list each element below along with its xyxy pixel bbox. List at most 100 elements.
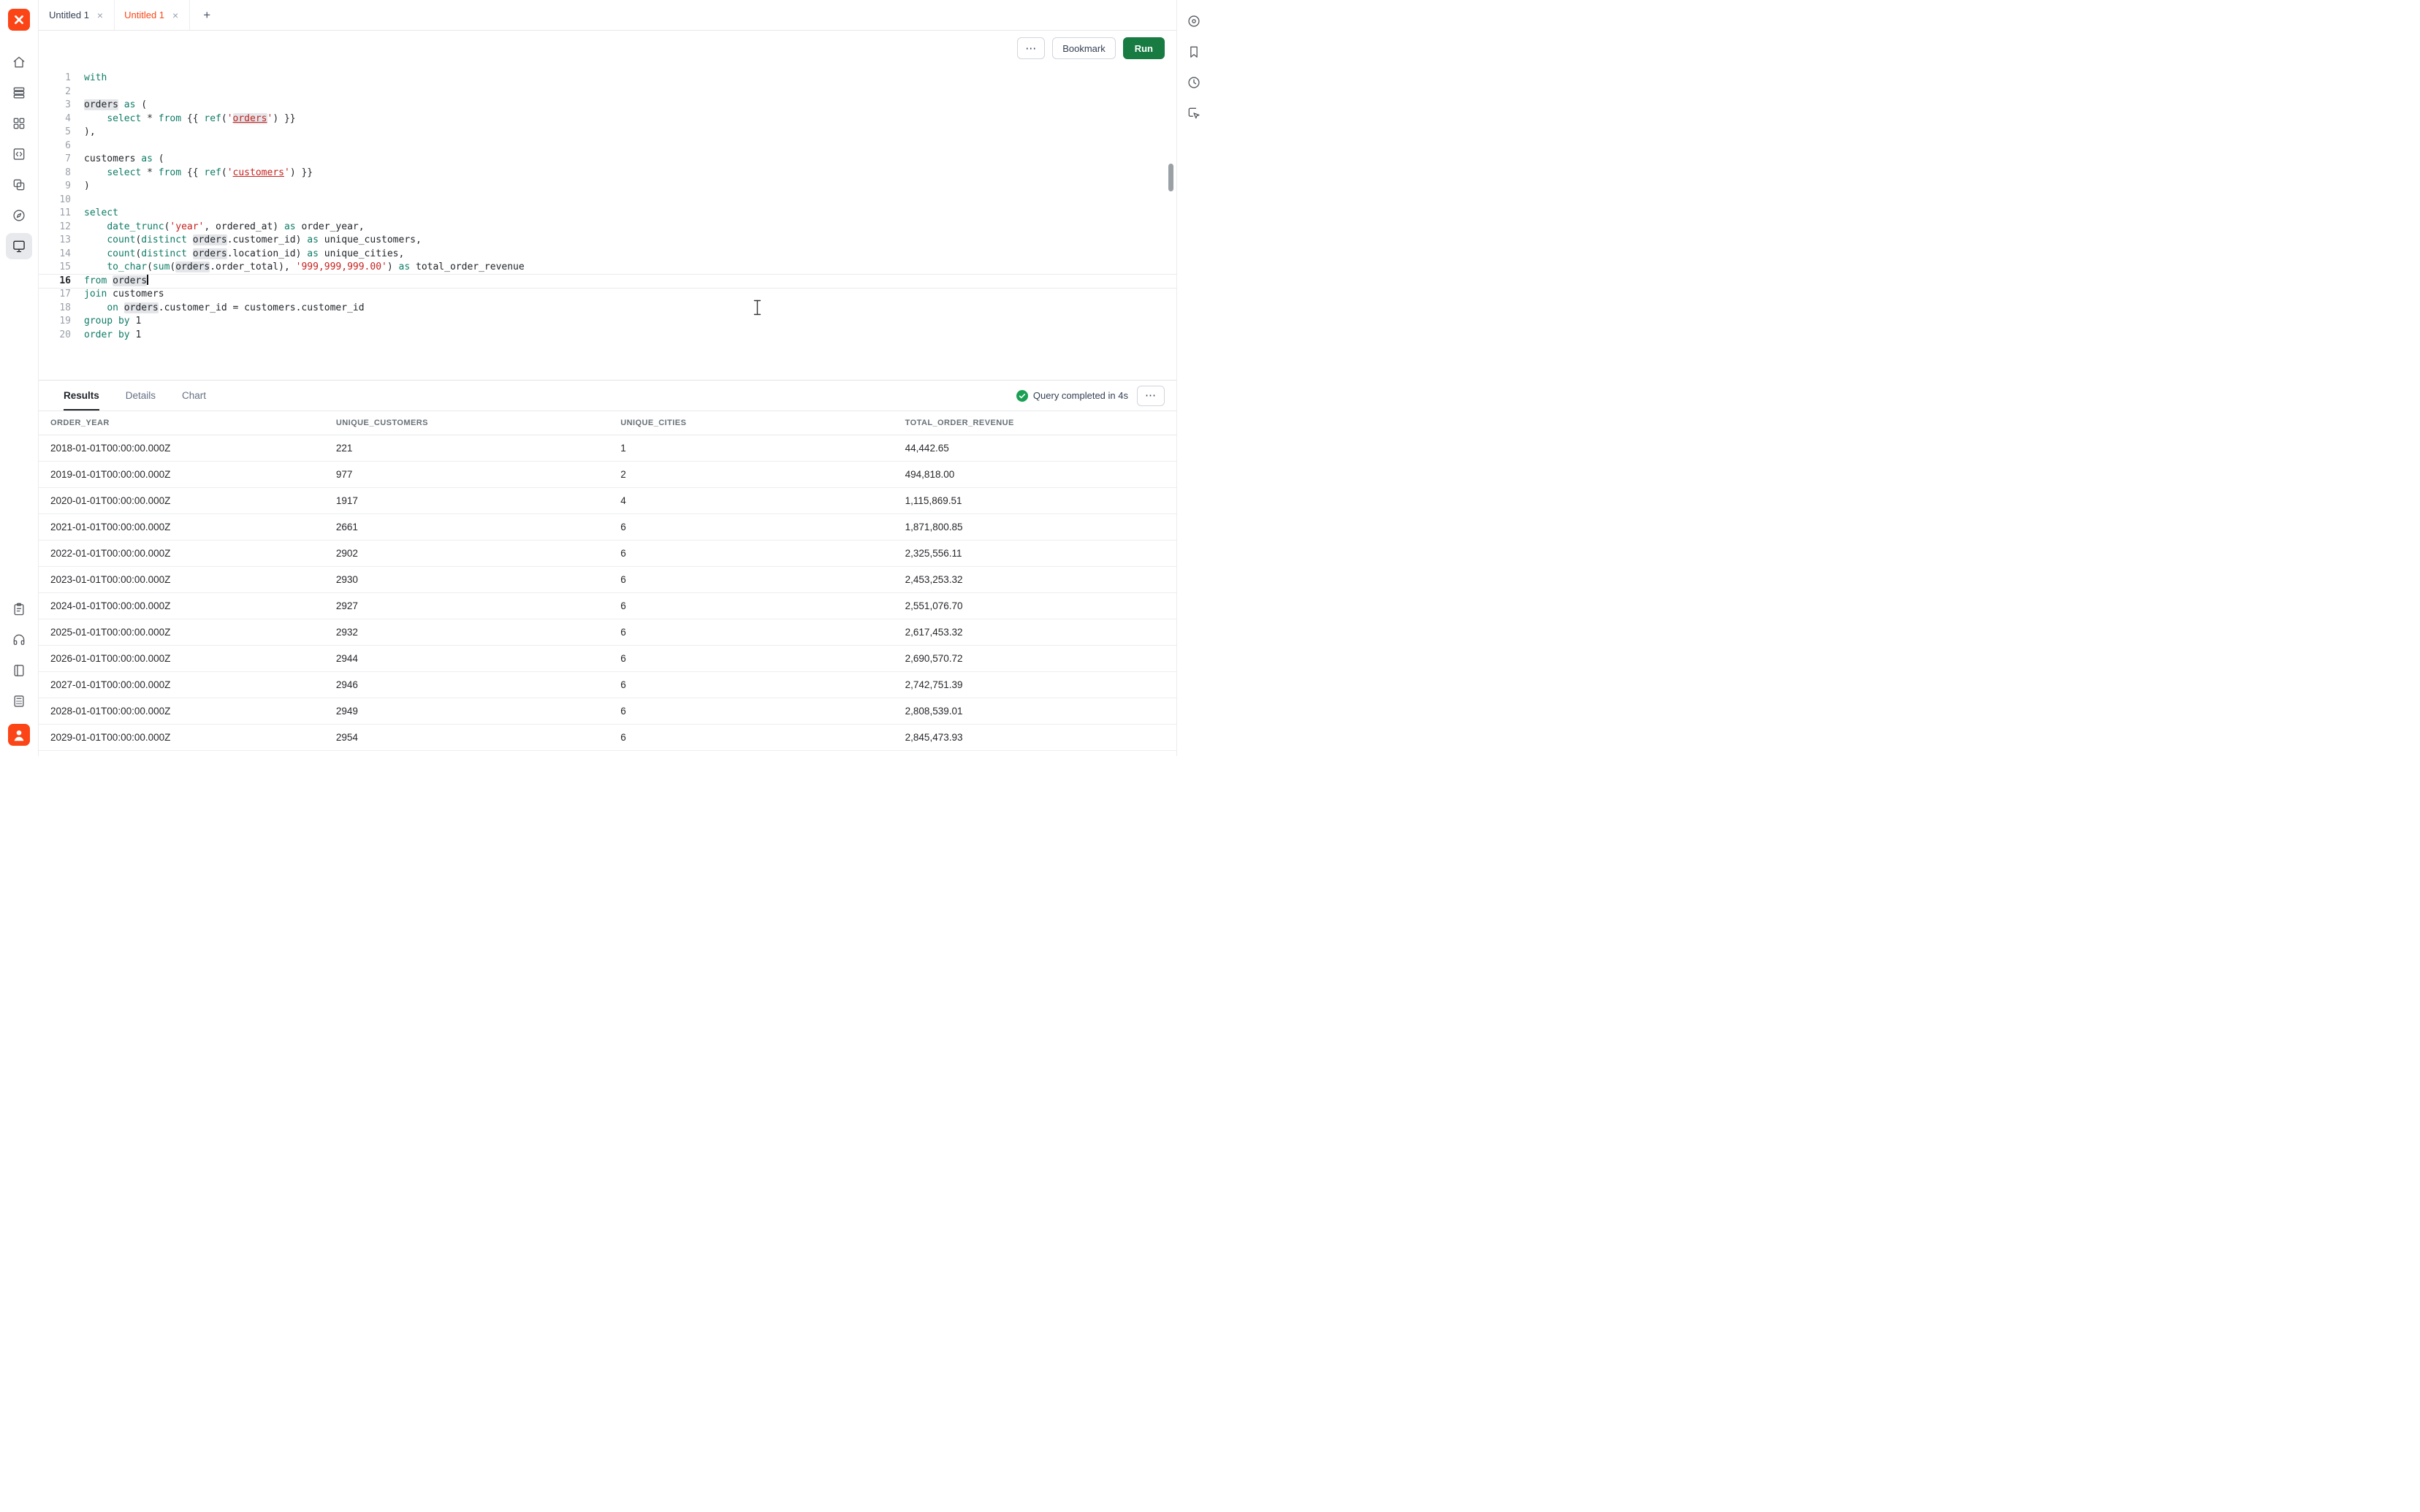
- line-number: 1: [39, 72, 71, 85]
- code-text: count(distinct orders.location_id) as un…: [84, 248, 404, 261]
- calculator-icon[interactable]: [6, 688, 32, 714]
- code-file-icon[interactable]: [6, 141, 32, 167]
- table-cell: 2902: [333, 548, 617, 559]
- run-button[interactable]: Run: [1123, 37, 1165, 59]
- table-row[interactable]: 2026-01-01T00:00:00.000Z294462,690,570.7…: [39, 646, 1176, 672]
- code-line[interactable]: 10: [39, 194, 1176, 207]
- line-number: 10: [39, 194, 71, 207]
- table-cell: 2019-01-01T00:00:00.000Z: [47, 469, 333, 480]
- code-line[interactable]: 15 to_char(sum(orders.order_total), '999…: [39, 261, 1176, 275]
- bookmark-button[interactable]: Bookmark: [1052, 37, 1116, 59]
- table-cell: 2022-01-01T00:00:00.000Z: [47, 548, 333, 559]
- code-line[interactable]: 2: [39, 85, 1176, 99]
- table-cell: 2,690,570.72: [902, 653, 1168, 664]
- table-cell: 2021-01-01T00:00:00.000Z: [47, 522, 333, 532]
- table-row[interactable]: 2024-01-01T00:00:00.000Z292762,551,076.7…: [39, 593, 1176, 619]
- code-line[interactable]: 17 join customers: [39, 288, 1176, 302]
- line-number: 12: [39, 221, 71, 234]
- table-row[interactable]: 2022-01-01T00:00:00.000Z290262,325,556.1…: [39, 541, 1176, 567]
- code-line[interactable]: 11select: [39, 207, 1176, 221]
- tab-chart[interactable]: Chart: [182, 381, 206, 411]
- headphones-icon[interactable]: [6, 627, 32, 653]
- code-line[interactable]: 19group by 1: [39, 315, 1176, 329]
- new-tab-button[interactable]: +: [196, 4, 218, 26]
- table-cell: 2661: [333, 522, 617, 532]
- clipboard-icon[interactable]: [6, 596, 32, 622]
- grid-icon[interactable]: [6, 110, 32, 137]
- terminal-icon[interactable]: [6, 233, 32, 259]
- table-row[interactable]: 2020-01-01T00:00:00.000Z191741,115,869.5…: [39, 488, 1176, 514]
- code-line[interactable]: 14 count(distinct orders.location_id) as…: [39, 248, 1176, 261]
- editor-scrollbar[interactable]: [1168, 164, 1173, 191]
- table-cell: 2,617,453.32: [902, 627, 1168, 638]
- close-icon[interactable]: ×: [96, 9, 104, 22]
- table-row[interactable]: 2028-01-01T00:00:00.000Z294962,808,539.0…: [39, 698, 1176, 725]
- table-row[interactable]: 2029-01-01T00:00:00.000Z295462,845,473.9…: [39, 725, 1176, 751]
- code-line[interactable]: 1with: [39, 72, 1176, 85]
- copilot-icon[interactable]: [1181, 8, 1207, 34]
- code-line[interactable]: 16from orders: [39, 275, 1176, 289]
- column-header[interactable]: UNIQUE_CITIES: [617, 419, 902, 427]
- code-line[interactable]: 6: [39, 140, 1176, 153]
- close-icon[interactable]: ×: [171, 9, 180, 22]
- tab-details[interactable]: Details: [126, 381, 156, 411]
- editor-toolbar: ⋯ Bookmark Run: [39, 31, 1176, 66]
- pointer-square-icon[interactable]: [1181, 100, 1207, 126]
- tab-untitled-2[interactable]: Untitled 1 ×: [115, 0, 190, 30]
- app-logo-icon[interactable]: [8, 9, 30, 31]
- line-number: 17: [39, 288, 71, 302]
- history-icon[interactable]: [1181, 69, 1207, 96]
- table-row[interactable]: 2025-01-01T00:00:00.000Z293262,617,453.3…: [39, 619, 1176, 646]
- column-header[interactable]: TOTAL_ORDER_REVENUE: [902, 419, 1168, 427]
- code-line[interactable]: 18 on orders.customer_id = customers.cus…: [39, 302, 1176, 316]
- code-line[interactable]: 8 select * from {{ ref('customers') }}: [39, 167, 1176, 180]
- table-cell: 6: [617, 548, 902, 559]
- tab-results[interactable]: Results: [64, 381, 99, 411]
- line-number: 3: [39, 99, 71, 112]
- more-options-button[interactable]: ⋯: [1017, 37, 1045, 59]
- table-cell: 2,808,539.01: [902, 706, 1168, 717]
- line-number: 6: [39, 140, 71, 153]
- code-line[interactable]: 7customers as (: [39, 153, 1176, 167]
- code-text: customers as (: [84, 153, 164, 167]
- apps-icon[interactable]: [6, 172, 32, 198]
- table-cell: 4: [617, 495, 902, 506]
- notebook-icon[interactable]: [6, 657, 32, 684]
- table-cell: 2029-01-01T00:00:00.000Z: [47, 732, 333, 743]
- column-header[interactable]: ORDER_YEAR: [47, 419, 333, 427]
- table-cell: 221: [333, 443, 617, 454]
- database-stack-icon[interactable]: [6, 80, 32, 106]
- table-row[interactable]: 2027-01-01T00:00:00.000Z294662,742,751.3…: [39, 672, 1176, 698]
- code-line[interactable]: 20order by 1: [39, 329, 1176, 343]
- table-cell: 6: [617, 653, 902, 664]
- avatar[interactable]: [8, 724, 30, 746]
- tab-bar: Untitled 1 × Untitled 1 × +: [39, 0, 1176, 31]
- results-more-button[interactable]: ⋯: [1137, 386, 1165, 406]
- compass-icon[interactable]: [6, 202, 32, 229]
- code-line[interactable]: 9): [39, 180, 1176, 194]
- table-row[interactable]: 2023-01-01T00:00:00.000Z293062,453,253.3…: [39, 567, 1176, 593]
- line-number: 15: [39, 261, 71, 275]
- table-row[interactable]: 2021-01-01T00:00:00.000Z266161,871,800.8…: [39, 514, 1176, 541]
- table-row[interactable]: 2030-01-01T00:00:00.000Z287961,841,049.3…: [39, 751, 1176, 756]
- left-rail: [0, 0, 39, 756]
- table-cell: 2927: [333, 600, 617, 611]
- table-cell: 1,871,800.85: [902, 522, 1168, 532]
- code-line[interactable]: 12 date_trunc('year', ordered_at) as ord…: [39, 221, 1176, 234]
- code-line[interactable]: 3 orders as (: [39, 99, 1176, 112]
- code-line[interactable]: 5),: [39, 126, 1176, 140]
- tab-untitled-1[interactable]: Untitled 1 ×: [39, 0, 115, 30]
- code-text: ),: [84, 126, 96, 140]
- table-row[interactable]: 2019-01-01T00:00:00.000Z9772494,818.00: [39, 462, 1176, 488]
- code-line[interactable]: 13 count(distinct orders.customer_id) as…: [39, 234, 1176, 248]
- table-row[interactable]: 2018-01-01T00:00:00.000Z221144,442.65: [39, 435, 1176, 462]
- code-line[interactable]: 4 select * from {{ ref('orders') }}: [39, 112, 1176, 126]
- code-text: join customers: [84, 288, 164, 302]
- code-text: orders as (: [84, 99, 147, 112]
- home-icon[interactable]: [6, 49, 32, 75]
- code-text: order by 1: [84, 329, 141, 343]
- code-text: group by 1: [84, 315, 141, 329]
- sql-editor[interactable]: 1with23 orders as (4 select * from {{ ref…: [39, 66, 1176, 380]
- bookmark-side-icon[interactable]: [1181, 39, 1207, 65]
- column-header[interactable]: UNIQUE_CUSTOMERS: [333, 419, 617, 427]
